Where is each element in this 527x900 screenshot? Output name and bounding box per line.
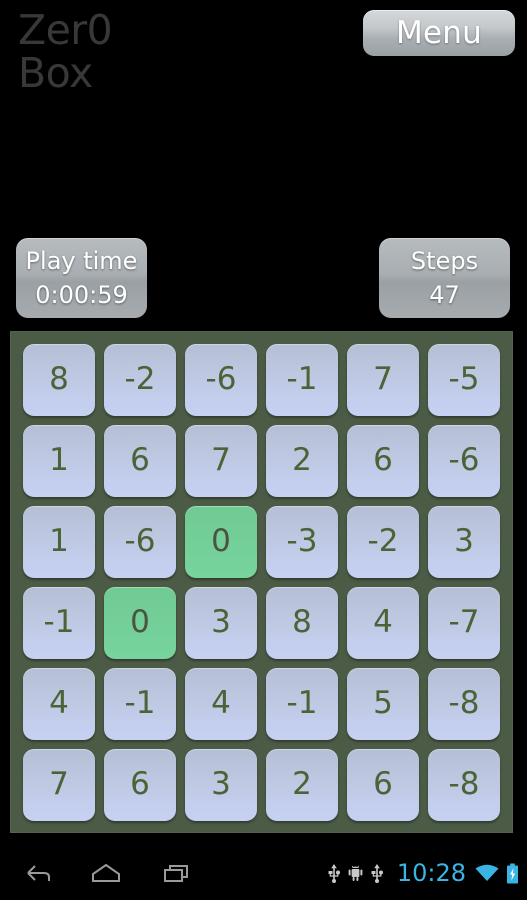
tile-r4-c2[interactable]: 0 (104, 586, 176, 659)
tile-r6-c1[interactable]: 7 (23, 748, 95, 821)
tile-r5-c4[interactable]: -1 (266, 667, 338, 740)
tile-r1-c6[interactable]: -5 (428, 343, 500, 416)
tile-r6-c2[interactable]: 6 (104, 748, 176, 821)
status-clock: 10:28 (396, 859, 466, 887)
tile-r2-c6[interactable]: -6 (428, 424, 500, 497)
tile-r4-c4[interactable]: 8 (266, 586, 338, 659)
menu-button[interactable]: Menu (363, 10, 515, 56)
usb-icon (327, 863, 341, 883)
game-board[interactable]: 8 -2 -6 -1 7 -5 1 6 7 2 6 -6 1 -6 0 -3 -2 3 -1 0 3 8 4 -7 4 -1 4 -1… (10, 331, 513, 833)
tile-r2-c4[interactable]: 2 (266, 424, 338, 497)
recents-icon[interactable] (157, 858, 197, 888)
tile-r2-c1[interactable]: 1 (23, 424, 95, 497)
battery-charging-icon (506, 863, 519, 884)
playtime-value: 0:00:59 (35, 281, 128, 309)
tile-r3-c1[interactable]: 1 (23, 505, 95, 578)
status-icons: 10:28 (327, 861, 519, 885)
android-debug-icon (348, 864, 363, 883)
tile-r5-c5[interactable]: 5 (347, 667, 419, 740)
playtime-label: Play time (25, 247, 138, 275)
tile-r1-c4[interactable]: -1 (266, 343, 338, 416)
tile-r1-c3[interactable]: -6 (185, 343, 257, 416)
tile-r4-c1[interactable]: -1 (23, 586, 95, 659)
tile-r5-c6[interactable]: -8 (428, 667, 500, 740)
app-title: Zer0 Box (18, 10, 113, 97)
tile-r6-c6[interactable]: -8 (428, 748, 500, 821)
tile-r6-c5[interactable]: 6 (347, 748, 419, 821)
tile-r3-c6[interactable]: 3 (428, 505, 500, 578)
tile-r6-c4[interactable]: 2 (266, 748, 338, 821)
steps-label: Steps (410, 247, 479, 275)
tile-r1-c5[interactable]: 7 (347, 343, 419, 416)
tile-r4-c6[interactable]: -7 (428, 586, 500, 659)
app-title-line1: Zer0 (18, 6, 113, 54)
tile-r1-c2[interactable]: -2 (104, 343, 176, 416)
usb-icon (370, 863, 384, 883)
menu-button-label: Menu (396, 14, 482, 51)
home-icon[interactable] (86, 858, 126, 888)
app-title-line2: Box (18, 49, 93, 97)
tile-r3-c4[interactable]: -3 (266, 505, 338, 578)
tile-r1-c1[interactable]: 8 (23, 343, 95, 416)
android-navigation-bar: 10:28 (0, 846, 527, 900)
tile-r2-c2[interactable]: 6 (104, 424, 176, 497)
tile-r2-c3[interactable]: 7 (185, 424, 257, 497)
tile-r4-c3[interactable]: 3 (185, 586, 257, 659)
wifi-icon (475, 864, 499, 882)
tile-r6-c3[interactable]: 3 (185, 748, 257, 821)
steps-value: 47 (429, 281, 460, 309)
tile-r3-c5[interactable]: -2 (347, 505, 419, 578)
tile-r3-c2[interactable]: -6 (104, 505, 176, 578)
tile-r4-c5[interactable]: 4 (347, 586, 419, 659)
steps-panel: Steps 47 (379, 238, 510, 318)
tile-r3-c3[interactable]: 0 (185, 505, 257, 578)
playtime-panel: Play time 0:00:59 (16, 238, 147, 318)
tile-r5-c2[interactable]: -1 (104, 667, 176, 740)
back-arrow-icon[interactable] (18, 858, 58, 888)
tile-r5-c3[interactable]: 4 (185, 667, 257, 740)
tile-r5-c1[interactable]: 4 (23, 667, 95, 740)
tile-r2-c5[interactable]: 6 (347, 424, 419, 497)
